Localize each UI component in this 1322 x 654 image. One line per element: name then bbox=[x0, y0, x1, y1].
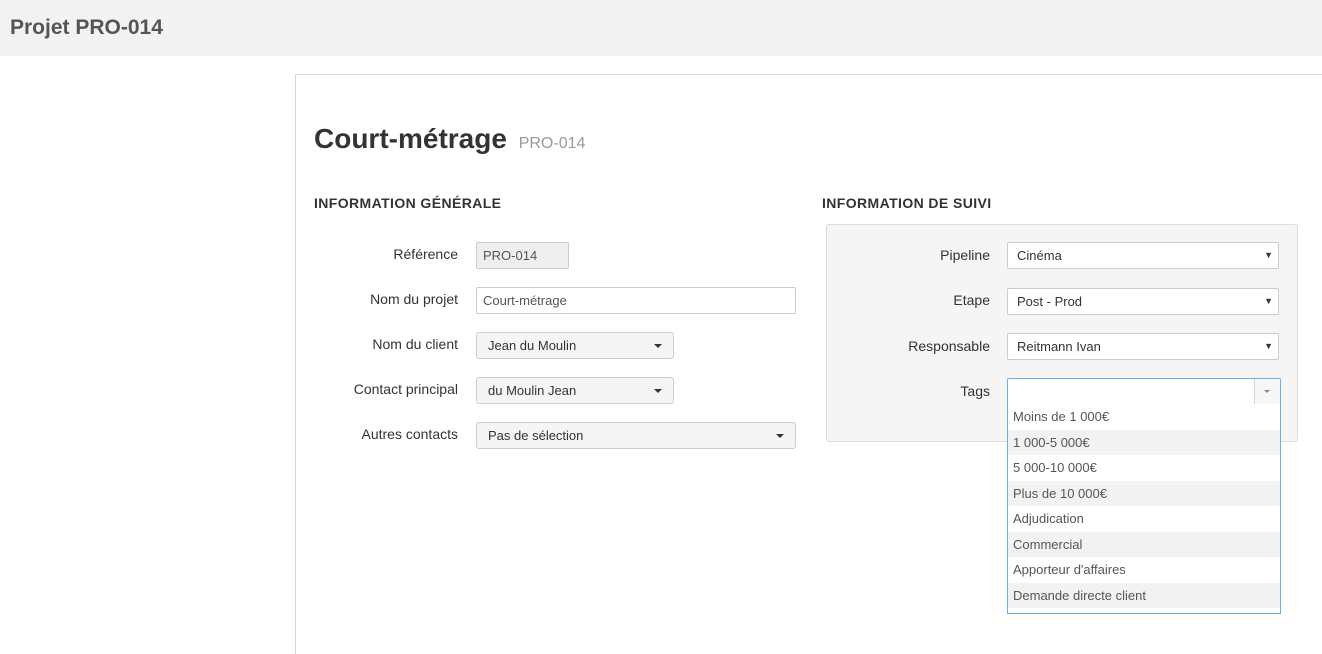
stage-select[interactable]: Post - Prod ▼ bbox=[1007, 288, 1279, 315]
project-code-label: PRO-014 bbox=[518, 135, 586, 152]
project-name-input[interactable]: Court-métrage bbox=[476, 287, 796, 314]
project-name-label: Nom du projet bbox=[370, 291, 458, 307]
caret-down-icon bbox=[654, 389, 662, 393]
project-name-heading: Court-métrage bbox=[314, 123, 507, 154]
tags-dropdown-toggle[interactable] bbox=[1254, 379, 1280, 404]
owner-select-value: Reitmann Ivan bbox=[1017, 339, 1101, 354]
tag-option[interactable]: Demande directe client bbox=[1008, 583, 1280, 608]
other-contacts-label: Autres contacts bbox=[361, 426, 459, 442]
tags-dropdown-list: Moins de 1 000€ 1 000-5 000€ 5 000-10 00… bbox=[1007, 404, 1281, 614]
dropdown-arrow-icon: ▼ bbox=[1264, 341, 1273, 351]
top-bar: Projet PRO-014 bbox=[0, 0, 1322, 56]
tracking-section-title: INFORMATION DE SUIVI bbox=[822, 195, 992, 211]
other-contacts-select-value: Pas de sélection bbox=[488, 428, 584, 443]
caret-down-icon bbox=[654, 344, 662, 348]
tag-option[interactable]: Moins de 1 000€ bbox=[1008, 404, 1280, 429]
tag-option[interactable]: Adjudication bbox=[1008, 506, 1280, 531]
owner-select[interactable]: Reitmann Ivan ▼ bbox=[1007, 333, 1279, 360]
main-contact-select[interactable]: du Moulin Jean bbox=[476, 377, 674, 404]
tags-label: Tags bbox=[960, 383, 990, 399]
client-select-value: Jean du Moulin bbox=[488, 338, 577, 353]
pipeline-label: Pipeline bbox=[940, 247, 990, 263]
other-contacts-select[interactable]: Pas de sélection bbox=[476, 422, 796, 449]
pipeline-select[interactable]: Cinéma ▼ bbox=[1007, 242, 1279, 269]
dropdown-arrow-icon: ▼ bbox=[1264, 250, 1273, 260]
main-contact-select-value: du Moulin Jean bbox=[488, 383, 577, 398]
caret-down-icon bbox=[776, 434, 784, 438]
stage-select-value: Post - Prod bbox=[1017, 294, 1083, 309]
pipeline-select-value: Cinéma bbox=[1017, 248, 1062, 263]
tag-option[interactable]: Apporteur d'affaires bbox=[1008, 557, 1280, 582]
reference-field: PRO-014 bbox=[476, 242, 569, 269]
owner-label: Responsable bbox=[908, 338, 990, 354]
stage-label: Etape bbox=[953, 292, 990, 308]
tag-option[interactable]: Plus de 10 000€ bbox=[1008, 481, 1280, 506]
tag-option[interactable]: 5 000-10 000€ bbox=[1008, 455, 1280, 480]
chevron-down-icon bbox=[1264, 390, 1270, 393]
client-label: Nom du client bbox=[372, 336, 458, 352]
reference-label: Référence bbox=[393, 246, 458, 262]
project-heading: Court-métrage PRO-014 bbox=[314, 123, 585, 155]
general-section-title: INFORMATION GÉNÉRALE bbox=[314, 195, 502, 211]
tag-option[interactable]: Commercial bbox=[1008, 532, 1280, 557]
client-select[interactable]: Jean du Moulin bbox=[476, 332, 674, 359]
tag-option[interactable]: 1 000-5 000€ bbox=[1008, 430, 1280, 455]
page-title: Projet PRO-014 bbox=[10, 16, 163, 39]
tags-input[interactable] bbox=[1007, 378, 1281, 405]
main-contact-label: Contact principal bbox=[353, 381, 458, 397]
dropdown-arrow-icon: ▼ bbox=[1264, 296, 1273, 306]
